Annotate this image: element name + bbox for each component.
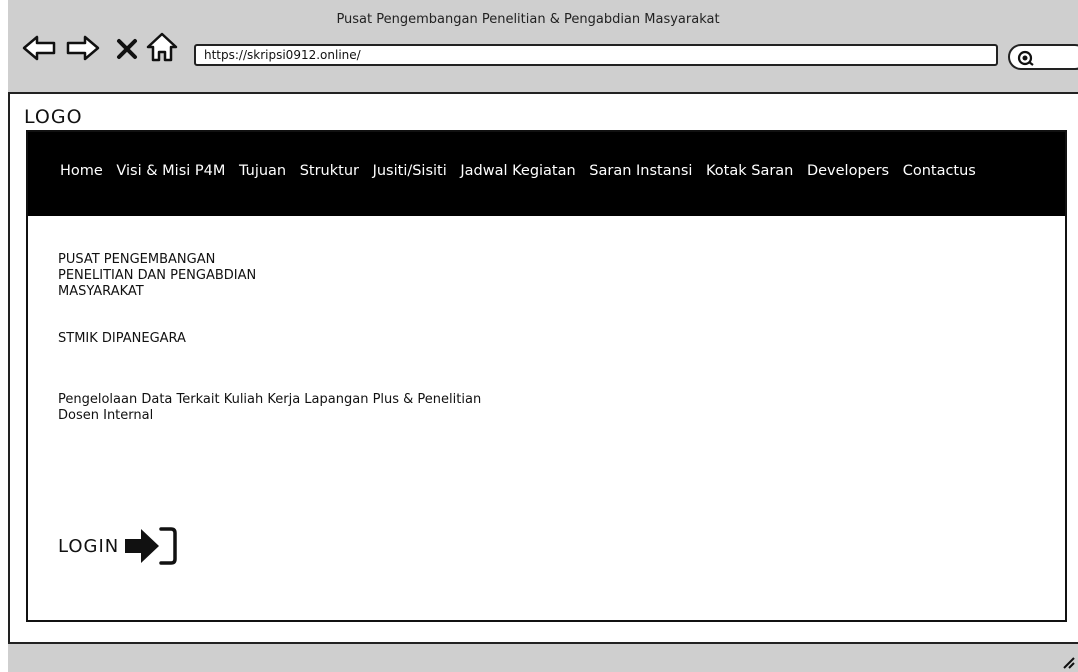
nav-jusiti-sisiti[interactable]: Jusiti/Sisiti bbox=[373, 163, 447, 179]
login-arrow-icon bbox=[125, 527, 178, 565]
window-title: Pusat Pengembangan Penelitian & Pengabdi… bbox=[336, 12, 720, 27]
site-logo[interactable]: LOGO bbox=[24, 106, 83, 128]
campus-name: STMIK DIPANEGARA bbox=[58, 331, 186, 346]
description-line: Dosen Internal bbox=[58, 408, 154, 423]
nav-jadwal-kegiatan[interactable]: Jadwal Kegiatan bbox=[460, 163, 575, 179]
back-icon[interactable] bbox=[22, 34, 56, 62]
nav-contactus[interactable]: Contactus bbox=[903, 163, 976, 179]
page-content: Home Visi & Misi P4M Tujuan Struktur Jus… bbox=[26, 130, 1067, 622]
login-button[interactable]: LOGIN bbox=[58, 524, 179, 568]
nav-saran-instansi[interactable]: Saran Instansi bbox=[589, 163, 692, 179]
nav-menu: Home Visi & Misi P4M Tujuan Struktur Jus… bbox=[60, 163, 976, 179]
search-icon bbox=[1017, 50, 1034, 66]
nav-home[interactable]: Home bbox=[60, 163, 103, 179]
site-description: Pengelolaan Data Terkait Kuliah Kerja La… bbox=[58, 392, 558, 424]
nav-developers[interactable]: Developers bbox=[807, 163, 889, 179]
browser-search-box[interactable] bbox=[1008, 44, 1078, 70]
browser-status-bar bbox=[8, 642, 1078, 672]
address-bar[interactable]: https://skripsi0912.online/ bbox=[194, 44, 998, 66]
org-title: PUSAT PENGEMBANGAN PENELITIAN DAN PENGAB… bbox=[58, 252, 256, 300]
forward-icon[interactable] bbox=[66, 34, 100, 62]
home-icon[interactable] bbox=[146, 32, 178, 62]
stop-icon[interactable] bbox=[116, 38, 138, 60]
resize-grip-icon[interactable] bbox=[1060, 654, 1076, 670]
nav-tujuan[interactable]: Tujuan bbox=[239, 163, 286, 179]
main-navbar: Home Visi & Misi P4M Tujuan Struktur Jus… bbox=[28, 132, 1065, 216]
nav-struktur[interactable]: Struktur bbox=[300, 163, 359, 179]
org-title-line: MASYARAKAT bbox=[58, 284, 144, 299]
url-text: https://skripsi0912.online/ bbox=[204, 48, 361, 62]
login-label: LOGIN bbox=[58, 535, 120, 557]
browser-toolbar: Pusat Pengembangan Penelitian & Pengabdi… bbox=[8, 0, 1078, 94]
org-title-line: PENELITIAN DAN PENGABDIAN bbox=[58, 268, 257, 283]
nav-visi-misi[interactable]: Visi & Misi P4M bbox=[116, 163, 225, 179]
nav-kotak-saran[interactable]: Kotak Saran bbox=[706, 163, 793, 179]
description-line: Pengelolaan Data Terkait Kuliah Kerja La… bbox=[58, 392, 482, 407]
org-title-line: PUSAT PENGEMBANGAN bbox=[58, 252, 216, 267]
